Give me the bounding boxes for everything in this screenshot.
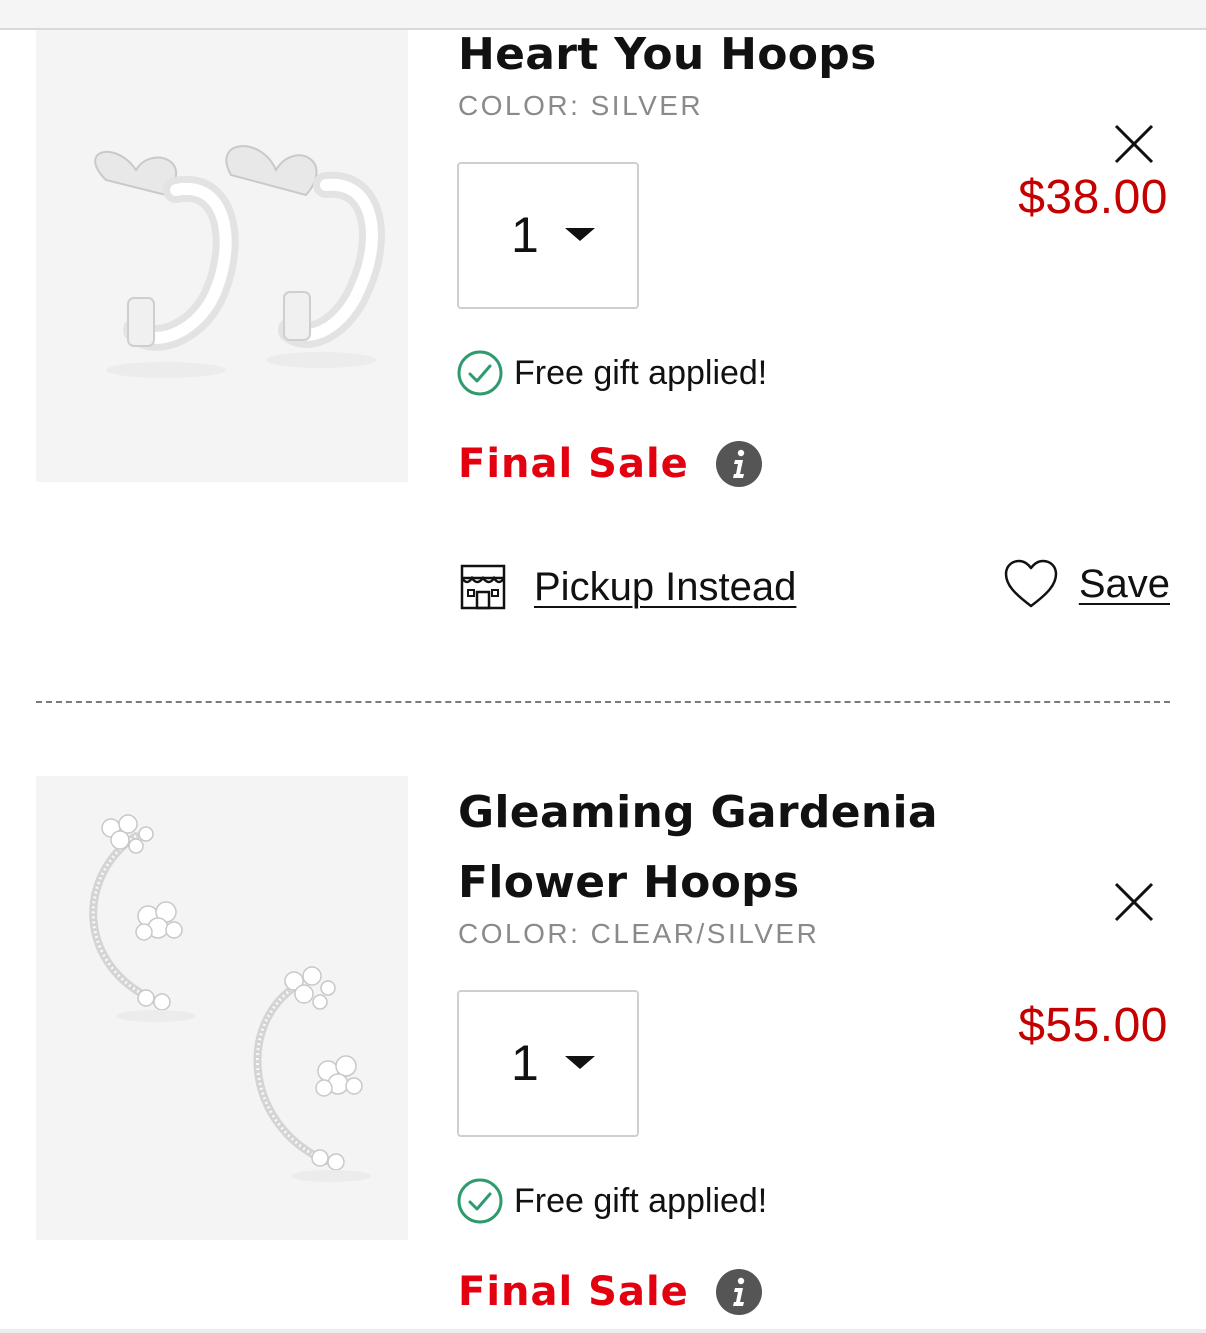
cart-item: Gleaming Gardenia Flower Hoops COLOR: CL… [0,772,1206,1333]
item-actions: Pickup Instead Save [458,559,1170,622]
bottom-edge [0,1329,1206,1333]
free-gift-text: Free gift applied! [514,353,768,392]
product-image[interactable] [36,776,408,1240]
final-sale-label: Final Sale [458,1269,689,1315]
info-icon[interactable] [715,440,763,488]
remove-item-button[interactable] [1108,118,1160,170]
quantity-select[interactable]: 1 [457,990,639,1137]
cart-item: Heart You Hoops COLOR: SILVER $38.00 1 F… [0,29,1206,703]
product-color: COLOR: SILVER [458,90,704,121]
info-icon[interactable] [715,1268,763,1316]
pickup-instead-link[interactable]: Pickup Instead [458,562,796,612]
caret-down-icon [565,1056,595,1069]
flower-hoop-earrings-image [36,776,408,1240]
product-color: COLOR: CLEAR/SILVER [458,918,820,949]
product-image[interactable] [36,30,408,482]
store-icon [460,564,506,610]
product-title[interactable]: Heart You Hoops [458,20,877,90]
check-circle-icon [457,350,503,396]
close-icon [1114,882,1154,922]
save-for-later-link[interactable]: Save [1003,558,1170,610]
quantity-select[interactable]: 1 [457,162,639,309]
check-circle-icon [457,1178,503,1224]
item-price: $55.00 [1018,999,1168,1052]
caret-down-icon [565,228,595,241]
save-label[interactable]: Save [1079,562,1170,607]
item-divider [36,701,1170,703]
final-sale-label: Final Sale [458,441,689,487]
final-sale-row: Final Sale [458,1268,763,1316]
item-price: $38.00 [1018,171,1168,224]
heart-outline-icon [1004,559,1058,608]
free-gift-status: Free gift applied! [456,348,767,398]
product-title[interactable]: Gleaming Gardenia Flower Hoops [458,778,1118,918]
pickup-instead-label[interactable]: Pickup Instead [534,565,796,610]
close-icon [1114,124,1154,164]
heart-hoop-earrings-image [36,30,408,482]
quantity-value: 1 [511,207,539,263]
free-gift-status: Free gift applied! [456,1176,767,1226]
remove-item-button[interactable] [1108,876,1160,928]
quantity-value: 1 [511,1035,539,1091]
free-gift-text: Free gift applied! [514,1181,768,1220]
final-sale-row: Final Sale [458,440,763,488]
